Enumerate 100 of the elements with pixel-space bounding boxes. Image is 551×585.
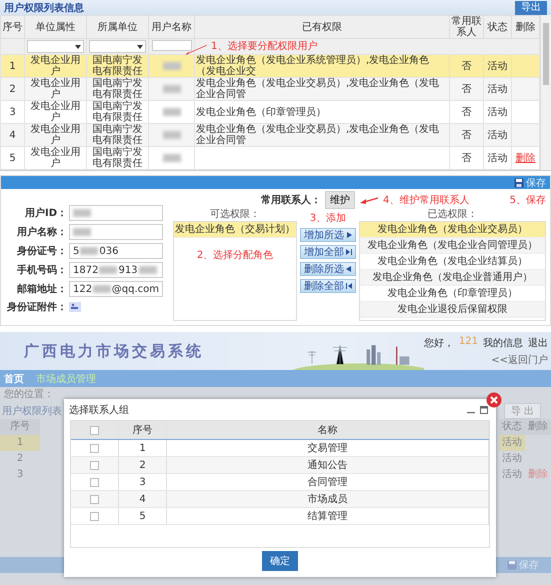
blurred-text — [162, 62, 180, 70]
table-cell: 发电企业角色（发电企业系统管理员）,发电企业角色（发电企业交 — [194, 54, 450, 78]
list-item[interactable]: 发电企业退役后保留权限 — [360, 302, 545, 318]
blurred-text — [162, 130, 180, 139]
table-row[interactable]: 1 发电企业用户 国电南宁发电有限责任 发电企业角色（发电企业系统管理员）,发电企业角色（发电企业交 否 活动 — [0, 54, 540, 78]
column-header: 已有权限 — [194, 16, 450, 38]
column-header: 单位属性 — [24, 16, 86, 38]
table-cell: 发电企业用户 — [24, 146, 86, 170]
table-cell: 发电企业用户 — [24, 54, 86, 78]
back-link[interactable]: <<返回门户 — [491, 352, 548, 366]
column-header: 序号 — [119, 421, 167, 439]
close-icon[interactable] — [486, 392, 502, 408]
table-cell: 否 — [450, 146, 484, 170]
table-cell-text: 3 — [16, 468, 24, 482]
user-name: 121 — [458, 336, 478, 348]
input-field[interactable]: 1872 913 — [69, 262, 163, 278]
move-button[interactable]: 增加所选 — [300, 228, 356, 242]
move-button[interactable]: 删除全部 — [300, 279, 356, 293]
attachment-icon[interactable] — [69, 302, 81, 312]
save-icon — [514, 178, 524, 188]
table-cell: 1 — [0, 54, 24, 78]
panel-title: 用户权限列表 — [2, 404, 62, 418]
move-button[interactable]: 删除所选 — [300, 262, 356, 276]
blurred-text — [73, 228, 91, 236]
field-text: 913 — [118, 264, 138, 276]
annotation-text: 2、选择分配角色 — [196, 248, 274, 262]
blurred-text — [162, 84, 180, 93]
annotation-text: 5、保存 — [510, 194, 546, 207]
input-field[interactable] — [69, 224, 163, 240]
table-cell: 活动 — [484, 124, 512, 146]
table-cell: 通知公告 — [167, 457, 489, 473]
filter-dropdown[interactable] — [27, 40, 84, 53]
table-cell: 结算管理 — [167, 508, 489, 524]
table-cell: 5 — [119, 508, 167, 524]
annotation-text: 4、维护常用联系人 — [383, 194, 470, 207]
maximize-icon[interactable] — [480, 406, 488, 414]
table-cell: 否 — [450, 78, 484, 100]
table-cell: 发电企业角色（发电企业交易员）,发电企业角色（发电企业合同管 — [194, 124, 450, 146]
field-label: 用户ID： — [24, 206, 67, 220]
blurred-text — [80, 247, 98, 255]
table-cell: 活动 — [484, 146, 512, 170]
table-cell: 发电企业用户 — [24, 124, 86, 146]
right-arrow-icon — [346, 249, 352, 255]
blurred-text — [162, 154, 180, 162]
column-header: 名称 — [167, 421, 489, 439]
column-header: 状态 — [484, 16, 512, 38]
my-info-link[interactable]: 我的信息 — [483, 336, 523, 350]
table-cell-text: 2 — [16, 452, 24, 466]
table-cell: 国电南宁发电有限责任 — [86, 78, 148, 100]
input-field[interactable]: 5 036 — [69, 243, 163, 259]
filter-dropdown[interactable] — [89, 40, 146, 53]
table-cell: 国电南宁发电有限责任 — [86, 54, 148, 78]
table-cell: 2 — [0, 78, 24, 100]
annotation-arrow — [359, 196, 379, 204]
maintain-button[interactable]: 维护 — [325, 191, 355, 209]
checkbox[interactable] — [90, 512, 99, 520]
greeting-text: 您好， — [424, 336, 454, 350]
scrollbar[interactable] — [540, 15, 551, 170]
list-label: 可选权限： — [210, 209, 260, 221]
save-icon — [507, 560, 517, 570]
column-header: 序号 — [0, 419, 40, 435]
field-label: 邮箱地址： — [16, 282, 67, 296]
column-header: 序号 — [0, 16, 24, 38]
caret-icon — [137, 44, 143, 48]
caret-icon — [75, 44, 81, 48]
table-row[interactable]: 2 发电企业用户 国电南宁发电有限责任 发电企业角色（发电企业交易员）,发电企业角色（发电企业合同管 否 活动 — [0, 78, 540, 100]
list-item[interactable]: 发电企业角色（交易计划） — [174, 222, 296, 238]
input-field[interactable] — [69, 205, 163, 221]
column-header: 所属单位 — [86, 16, 148, 38]
table-cell: 市场成员 — [167, 491, 489, 507]
table-row[interactable]: 4 发电企业用户 国电南宁发电有限责任 发电企业角色（发电企业交易员）,发电企业角色（发电企业合同管 否 活动 — [0, 124, 540, 146]
table-cell: 1 — [119, 440, 167, 456]
ok-button[interactable]: 确定 — [262, 551, 298, 571]
dialog-title: 选择联系人组 — [69, 404, 130, 417]
blurred-text — [162, 108, 180, 116]
list-label: 已选权限： — [428, 209, 478, 221]
field-text: @qq.com — [112, 284, 159, 294]
field-label: 手机号码： — [16, 264, 67, 277]
list-item[interactable]: 发电企业角色（发电企业普通用户） — [360, 270, 545, 286]
field-text: 122 — [73, 284, 92, 294]
list-item[interactable]: 发电企业角色（发电企业交易员） — [360, 222, 545, 238]
checkbox[interactable] — [90, 426, 99, 434]
table-cell: 发电企业角色（发电企业交易员）,发电企业角色（发电企业合同管 — [194, 78, 450, 100]
column-header: 用户名称 — [148, 16, 194, 38]
table-cell: 否 — [450, 124, 484, 146]
checkbox[interactable] — [90, 478, 99, 486]
list-item[interactable]: 发电企业角色（发电企业合同管理员） — [360, 238, 545, 254]
table-cell: 3 — [119, 474, 167, 490]
checkbox[interactable] — [90, 444, 99, 452]
checkbox[interactable] — [90, 460, 99, 470]
logout-link[interactable]: 退出 — [528, 336, 548, 350]
right-arrow-icon — [346, 232, 352, 238]
table-cell-text: 活动 — [501, 468, 523, 482]
move-button[interactable]: 增加全部 — [300, 245, 356, 259]
table-cell: 国电南宁发电有限责任 — [86, 124, 148, 146]
table-row[interactable]: 5 发电企业用户 国电南宁发电有限责任 否 活动 删除 — [0, 146, 540, 170]
checkbox[interactable] — [90, 494, 99, 504]
input-field[interactable]: 122 @qq.com — [69, 281, 163, 297]
filter-input[interactable] — [152, 40, 192, 51]
export-button[interactable]: 导出 — [515, 0, 547, 14]
